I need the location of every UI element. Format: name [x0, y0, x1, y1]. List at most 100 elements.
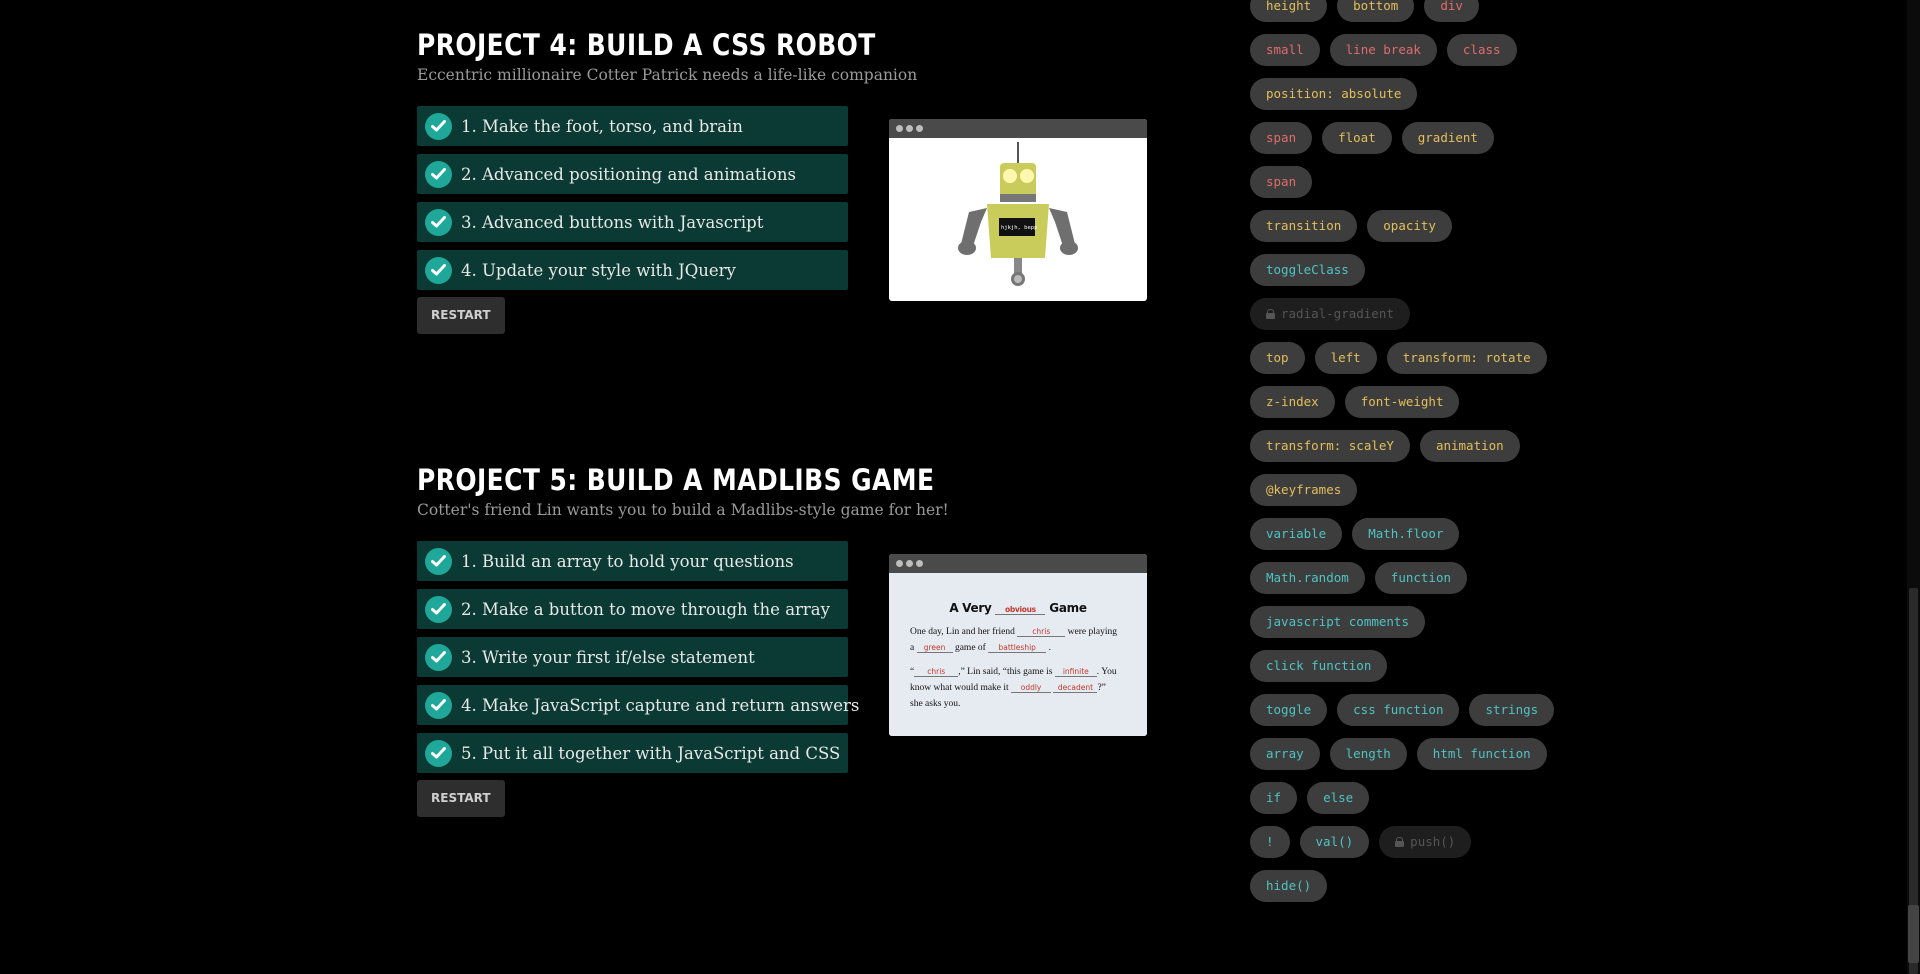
window-dot-icon — [896, 125, 903, 132]
concept-tag[interactable]: height — [1250, 0, 1328, 22]
concept-tag[interactable]: font-weight — [1344, 386, 1460, 418]
tag-label: font-weight — [1360, 394, 1444, 409]
concept-tag[interactable]: toggle — [1250, 694, 1328, 726]
step-item[interactable]: 2. Make a button to move through the arr… — [417, 589, 848, 629]
concept-tag[interactable]: span — [1250, 166, 1313, 198]
concept-tag[interactable]: hide() — [1250, 870, 1328, 902]
step-label: 3. Advanced buttons with Javascript — [461, 212, 764, 232]
step-item[interactable]: 5. Put it all together with JavaScript a… — [417, 733, 848, 773]
tag-row: transform: scaleY animation — [1250, 430, 1550, 462]
step-label: 4. Make JavaScript capture and return an… — [461, 695, 860, 715]
tag-label: val() — [1315, 834, 1354, 849]
step-item[interactable]: 1. Make the foot, torso, and brain — [417, 106, 848, 146]
madlibs-text: a — [910, 643, 915, 653]
tag-row: toggle css function strings — [1250, 694, 1555, 726]
concept-tag[interactable]: val() — [1299, 826, 1370, 858]
concept-tag[interactable]: span — [1250, 122, 1313, 154]
step-item[interactable]: 4. Make JavaScript capture and return an… — [417, 685, 859, 725]
locked-concept-tag: push() — [1379, 826, 1472, 858]
tag-label: html function — [1432, 746, 1531, 761]
tag-row: radial-gradient — [1250, 298, 1550, 330]
concept-tag[interactable]: strings — [1469, 694, 1555, 726]
tag-row: position: absolute — [1250, 78, 1550, 110]
madlibs-text: ,” Lin said, “this game is — [958, 667, 1053, 677]
step-item[interactable]: 3. Advanced buttons with Javascript — [417, 202, 848, 242]
concept-tag[interactable]: transition — [1250, 210, 1358, 242]
tag-label: z-index — [1266, 394, 1319, 409]
scrollbar-grip[interactable] — [1908, 905, 1919, 963]
tag-label: @keyframes — [1266, 482, 1342, 497]
tag-row: height bottom div — [1250, 0, 1550, 22]
concept-tag[interactable]: transform: rotate — [1386, 342, 1547, 374]
project-subtitle: Cotter's friend Lin wants you to build a… — [417, 501, 949, 519]
step-item[interactable]: 2. Advanced positioning and animations — [417, 154, 848, 194]
step-item[interactable]: 4. Update your style with JQuery — [417, 250, 848, 290]
concept-tag[interactable]: left — [1314, 342, 1377, 374]
concept-tag[interactable]: div — [1424, 0, 1479, 22]
concept-tag[interactable]: line break — [1329, 34, 1437, 66]
tag-label: hide() — [1266, 878, 1312, 893]
tag-label: transform: rotate — [1402, 350, 1531, 365]
step-list: 1. Make the foot, torso, and brain 2. Ad… — [417, 106, 848, 290]
restart-button[interactable]: RESTART — [417, 297, 505, 334]
step-item[interactable]: 3. Write your first if/else statement — [417, 637, 848, 677]
tag-row: array length html function — [1250, 738, 1550, 770]
tag-label: bottom — [1353, 0, 1399, 13]
tag-label: array — [1266, 746, 1304, 761]
madlibs-blank: green — [916, 643, 953, 653]
concept-tag[interactable]: top — [1250, 342, 1305, 374]
madlibs-text: A Very — [949, 601, 992, 615]
robot-preview[interactable]: hjkjh, bepp — [889, 119, 1147, 301]
madlibs-blank: obvious — [995, 605, 1046, 615]
concept-tag[interactable]: Math.floor — [1352, 518, 1460, 550]
concept-tag[interactable]: z-index — [1250, 386, 1335, 418]
step-item[interactable]: 1. Build an array to hold your questions — [417, 541, 848, 581]
madlibs-preview[interactable]: A Very obvious Game One day, Lin and her… — [889, 554, 1147, 736]
concept-tag[interactable]: position: absolute — [1250, 78, 1418, 110]
tag-label: div — [1440, 0, 1463, 13]
concept-tag[interactable]: toggleClass — [1250, 254, 1365, 286]
concept-tag[interactable]: small — [1250, 34, 1320, 66]
concept-tag[interactable]: animation — [1419, 430, 1520, 462]
concept-tag[interactable]: array — [1250, 738, 1320, 770]
concept-tag[interactable]: bottom — [1337, 0, 1415, 22]
concept-tag[interactable]: function — [1374, 562, 1468, 594]
project-title: PROJECT 5: BUILD A MADLIBS GAME — [417, 463, 935, 497]
window-dot-icon — [916, 125, 923, 132]
window-dot-icon — [906, 560, 913, 567]
tag-label: javascript comments — [1266, 614, 1409, 629]
madlibs-text: One day, Lin and her friend — [910, 627, 1015, 637]
checkmark-icon — [425, 595, 452, 623]
concept-tag[interactable]: html function — [1416, 738, 1547, 770]
concept-tag[interactable]: float — [1322, 122, 1392, 154]
tag-label: if — [1266, 790, 1282, 805]
tag-row: hide() — [1250, 870, 1550, 902]
page-scrollbar[interactable] — [1907, 0, 1920, 974]
concept-tag[interactable]: css function — [1337, 694, 1460, 726]
concept-tag[interactable]: javascript comments — [1250, 606, 1425, 638]
concept-tag[interactable]: @keyframes — [1250, 474, 1358, 506]
madlibs-blank: decadent — [1053, 683, 1098, 693]
concept-tag[interactable]: click function — [1250, 650, 1388, 682]
madlibs-title: A Very obvious Game — [910, 573, 1126, 615]
concept-tag[interactable]: class — [1446, 34, 1517, 66]
concept-tag[interactable]: Math.random — [1250, 562, 1365, 594]
concept-tag[interactable]: variable — [1250, 518, 1343, 550]
tag-label: push() — [1410, 834, 1456, 849]
concept-tag[interactable]: if — [1250, 782, 1298, 814]
restart-button[interactable]: RESTART — [417, 780, 505, 817]
tag-row: small line break class — [1250, 34, 1550, 66]
tag-row: Math.random function — [1250, 562, 1550, 594]
concept-tag[interactable]: ! — [1250, 826, 1290, 858]
concept-tag[interactable]: else — [1307, 782, 1370, 814]
checkmark-icon — [425, 643, 452, 671]
tag-label: ! — [1266, 834, 1274, 849]
tag-label: top — [1266, 350, 1289, 365]
concept-tag[interactable]: transform: scaleY — [1250, 430, 1410, 462]
checkmark-icon — [425, 112, 452, 140]
concept-tag[interactable]: opacity — [1367, 210, 1452, 242]
madlibs-blank: infinite — [1054, 667, 1097, 677]
tag-label: radial-gradient — [1281, 306, 1394, 321]
concept-tag[interactable]: length — [1329, 738, 1407, 770]
concept-tag[interactable]: gradient — [1401, 122, 1494, 154]
